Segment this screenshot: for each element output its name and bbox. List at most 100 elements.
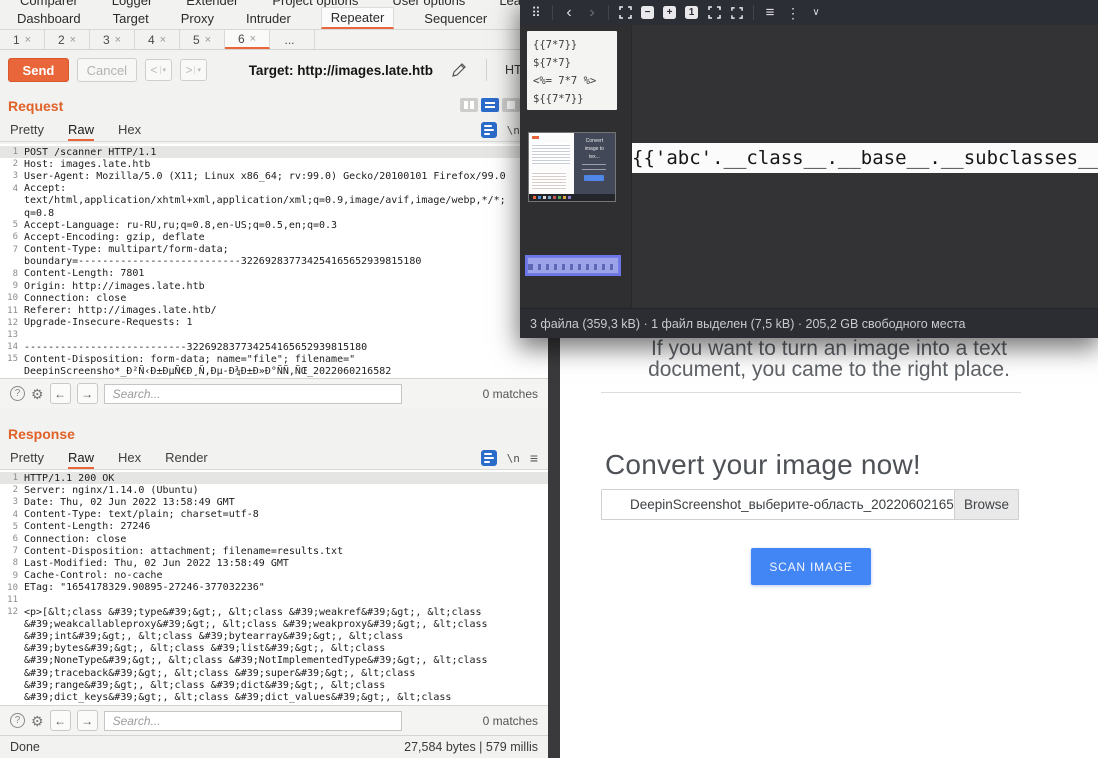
previous-request-button[interactable]: <▾ [145, 59, 172, 81]
response-match-count: 0 matches [483, 714, 538, 728]
line-text: Cache-Control: no-cache [24, 570, 162, 581]
columns-layout-icon[interactable] [460, 98, 478, 112]
line-number: 2 [0, 159, 24, 169]
request-line: 9Origin: http://images.late.htb [0, 280, 548, 292]
status-metrics: 27,584 bytes | 579 millis [404, 740, 538, 754]
kebab-menu-icon[interactable]: ⋮ [786, 6, 800, 20]
line-number: 12 [0, 318, 24, 328]
editor-tab[interactable]: Pretty [10, 122, 44, 141]
repeater-tab[interactable]: 2× [45, 30, 90, 49]
next-request-button[interactable]: >▾ [180, 59, 207, 81]
line-number: 11 [0, 306, 24, 316]
response-search-input[interactable] [104, 711, 402, 731]
editor-tab[interactable]: Render [165, 450, 208, 469]
folder-view-icon[interactable]: ⠿ [529, 6, 543, 19]
search-next-icon[interactable]: → [77, 710, 98, 731]
top-menu-item[interactable]: Logger [110, 0, 154, 9]
line-text: Upgrade-Insecure-Requests: 1 [24, 317, 193, 328]
thumbnail-screenshot[interactable]: Convert image to tex... [528, 132, 616, 202]
editor-tab[interactable]: Raw [68, 450, 94, 469]
gear-icon[interactable]: ⚙ [31, 387, 44, 401]
editor-tab[interactable]: Raw [68, 122, 94, 141]
thumb-taskbar [529, 194, 615, 201]
main-tab[interactable]: Target [111, 9, 151, 29]
zoom-in-icon[interactable]: + [663, 6, 676, 19]
main-tab[interactable]: Repeater [321, 7, 394, 29]
viewer-canvas[interactable]: {{'abc'.__class__.__base__.__subclasses_… [632, 25, 1098, 308]
show-newlines-icon[interactable]: \n [507, 452, 520, 465]
editor-tab[interactable]: Pretty [10, 450, 44, 469]
search-prev-icon[interactable]: ← [50, 710, 71, 731]
thumbnail-ssti-text-file[interactable]: {{7*7}}${7*7}<%= 7*7 %>${{7*7}} [527, 31, 617, 110]
help-icon[interactable]: ? [10, 386, 25, 401]
viewer-toolbar: ⠿ ‹ › − + 1 ≡ ⋮ ∨ [520, 0, 1098, 25]
next-image-icon[interactable]: › [585, 5, 599, 21]
single-layout-icon[interactable] [502, 98, 520, 112]
line-number: 10 [0, 293, 24, 303]
help-icon[interactable]: ? [10, 713, 25, 728]
request-search-input[interactable] [104, 384, 402, 404]
repeater-tab[interactable]: 1× [0, 30, 45, 49]
top-menu-item[interactable]: Comparer [18, 0, 80, 9]
fullscreen-icon[interactable] [707, 6, 721, 19]
line-text: text/html,application/xhtml+xml,applicat… [24, 195, 506, 206]
exit-fullscreen-icon[interactable] [730, 7, 744, 19]
editor-menu-icon[interactable]: ≡ [530, 450, 538, 466]
close-tab-icon[interactable]: × [205, 34, 211, 46]
line-text: &#39;int&#39;&gt;, &lt;class &#39;bytear… [24, 631, 403, 642]
pretty-print-icon[interactable] [481, 450, 497, 466]
thumbnail-selected-payload-image[interactable] [525, 255, 621, 276]
repeater-tab-number: 3 [103, 33, 110, 47]
response-line: 9Cache-Control: no-cache [0, 570, 548, 582]
repeater-tab[interactable]: 5× [180, 30, 225, 49]
request-line: 3User-Agent: Mozilla/5.0 (X11; Linux x86… [0, 170, 548, 182]
main-tab[interactable]: Dashboard [15, 9, 83, 29]
toolbar-divider [608, 5, 609, 20]
response-editor[interactable]: 1HTTP/1.1 200 OK 2Server: nginx/1.14.0 (… [0, 470, 548, 705]
thumb-site-region: Convert image to tex... [574, 133, 615, 194]
chevron-down-icon[interactable]: ∨ [809, 8, 823, 18]
close-tab-icon[interactable]: × [70, 34, 76, 46]
fit-window-icon[interactable] [618, 6, 632, 19]
scan-image-button[interactable]: SCAN IMAGE [751, 548, 871, 585]
close-tab-icon[interactable]: × [250, 33, 256, 45]
chevron-down-icon[interactable]: ▾ [194, 66, 201, 74]
search-next-icon[interactable]: → [77, 383, 98, 404]
line-text: Accept-Language: ru-RU,ru;q=0.8,en-US;q=… [24, 220, 337, 231]
main-tab[interactable]: Sequencer [422, 9, 489, 29]
show-newlines-icon[interactable]: \n [507, 124, 520, 137]
actual-size-icon[interactable]: 1 [685, 6, 698, 19]
main-tab[interactable]: Intruder [244, 9, 293, 29]
search-prev-icon[interactable]: ← [50, 383, 71, 404]
repeater-tab[interactable]: 3× [90, 30, 135, 49]
request-line: 12Upgrade-Insecure-Requests: 1 [0, 317, 548, 329]
file-upload-control[interactable]: DeepinScreenshot_выберите-область_202206… [601, 489, 1019, 520]
previous-image-icon[interactable]: ‹ [562, 5, 576, 21]
top-menu-item[interactable]: Extender [184, 0, 240, 9]
edit-target-pencil-icon[interactable] [451, 63, 466, 78]
cancel-button[interactable]: Cancel [77, 58, 137, 82]
top-menu-item[interactable]: User options [390, 0, 467, 9]
browse-button[interactable]: Browse [954, 490, 1018, 519]
response-line: &#39;bytes&#39;&gt;, &lt;class &#39;list… [0, 643, 548, 655]
repeater-tab[interactable]: 6× [225, 30, 270, 49]
list-view-icon[interactable]: ≡ [763, 5, 777, 20]
repeater-tab[interactable]: 4× [135, 30, 180, 49]
request-editor[interactable]: 1POST /scanner HTTP/1.1 2Host: images.la… [0, 144, 548, 378]
close-tab-icon[interactable]: × [25, 34, 31, 46]
request-line: 1POST /scanner HTTP/1.1 [0, 146, 548, 158]
close-tab-icon[interactable]: × [160, 34, 166, 46]
editor-tab[interactable]: Hex [118, 450, 141, 469]
burp-suite-window: ComparerLoggerExtenderProject optionsUse… [0, 0, 548, 758]
repeater-tab[interactable]: ... [270, 30, 315, 49]
close-tab-icon[interactable]: × [115, 34, 121, 46]
response-line: &#39;traceback&#39;&gt;, &lt;class &#39;… [0, 667, 548, 679]
send-button[interactable]: Send [8, 58, 69, 82]
editor-tab[interactable]: Hex [118, 122, 141, 141]
pretty-print-icon[interactable] [481, 122, 497, 138]
zoom-out-icon[interactable]: − [641, 6, 654, 19]
gear-icon[interactable]: ⚙ [31, 714, 44, 728]
main-tab[interactable]: Proxy [179, 9, 216, 29]
chevron-down-icon[interactable]: ▾ [160, 66, 167, 74]
rows-layout-icon[interactable] [481, 98, 499, 112]
